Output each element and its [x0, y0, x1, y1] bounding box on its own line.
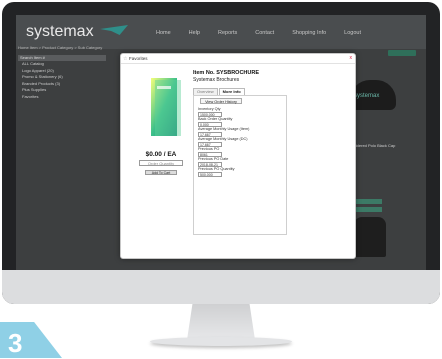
add-to-cart-button[interactable]: Add To Cart: [145, 170, 177, 175]
site-header: systemax Home Help Reports Contact Shopp…: [16, 15, 426, 50]
view-order-history-button[interactable]: View Order History: [200, 98, 242, 104]
item-name: Systemax Brochures: [193, 77, 240, 83]
jacket-product-image[interactable]: [354, 217, 386, 257]
field-inventory-qty: Inventory Qty 1500.000: [198, 107, 222, 117]
nav-contact[interactable]: Contact: [255, 30, 274, 36]
field-previous-po-qty: Previous PO Quantity 500.000: [198, 167, 235, 177]
nav-reports[interactable]: Reports: [218, 30, 237, 36]
field-label: Previous PO Quantity: [198, 167, 235, 171]
order-quantity-input[interactable]: Order Quantity: [139, 160, 183, 166]
nav-shopping-info[interactable]: Shopping Info: [292, 30, 326, 36]
field-back-order-qty: Back Order Quantity 0.000: [198, 117, 232, 127]
more-info-panel: View Order History Inventory Qty 1500.00…: [193, 95, 287, 235]
nav-home[interactable]: Home: [156, 30, 171, 36]
tab-overview[interactable]: Overview: [193, 88, 218, 95]
field-value: 500.000: [198, 171, 222, 177]
right-product-button-1[interactable]: [356, 199, 382, 204]
screen: systemax Home Help Reports Contact Shopp…: [16, 15, 426, 271]
brochure-product-image: [151, 78, 181, 136]
monitor-stand-neck: [187, 304, 255, 340]
monitor-chin: [2, 270, 440, 304]
favorites-modal: ☆ Favorites x $0.00 / EA Order Quantity: [120, 53, 356, 259]
sidebar-item-favorites[interactable]: Favorites: [18, 94, 106, 101]
field-value: 17.667: [198, 141, 222, 147]
sidebar: Search Item # ALL Catalog Logo Apparel (…: [18, 55, 106, 100]
breadcrumb: Home Item > Product Category > Sub Categ…: [18, 45, 103, 50]
field-avg-usage-dc: Average Monthly Usage (DC) 17.667: [198, 137, 248, 147]
field-value: 17.667: [198, 131, 222, 137]
field-label: Previous PO: [198, 147, 220, 151]
header-action-button[interactable]: [388, 50, 416, 56]
right-product-button-2[interactable]: [356, 207, 382, 212]
modal-title: Favorites: [129, 56, 148, 61]
field-label: Inventory Qty: [198, 107, 221, 111]
logo-mark-icon: [100, 25, 128, 35]
field-label: Previous PO Date: [198, 157, 229, 161]
star-icon: ☆: [123, 55, 128, 62]
field-label: Average Monthly Usage (Item): [198, 127, 250, 131]
close-icon[interactable]: x: [350, 55, 353, 61]
nav-help[interactable]: Help: [189, 30, 200, 36]
field-avg-usage-item: Average Monthly Usage (Item) 17.667: [198, 127, 249, 137]
tab-more-info[interactable]: More Info: [218, 88, 245, 95]
field-value: 8061: [198, 151, 222, 157]
site-nav: Home Help Reports Contact Shopping Info …: [156, 30, 361, 36]
field-label: Average Monthly Usage (DC): [198, 137, 248, 141]
item-number: Item No. SYSBROCHURE: [193, 70, 260, 76]
monitor-stand-base: [150, 337, 292, 346]
field-previous-po: Previous PO 8061: [198, 147, 222, 157]
nav-logout[interactable]: Logout: [344, 30, 361, 36]
cap-logo-text: systemax: [354, 93, 380, 99]
monitor-bezel: systemax Home Help Reports Contact Shopp…: [2, 2, 440, 304]
field-value: 0.000: [198, 121, 222, 127]
field-label: Back Order Quantity: [198, 117, 233, 121]
site-logo[interactable]: systemax: [26, 23, 94, 41]
modal-titlebar: ☆ Favorites x: [121, 54, 355, 64]
field-previous-po-date: Previous PO Date 2018-08-21: [198, 157, 228, 167]
step-number: 3: [8, 328, 23, 358]
detail-tabs: Overview More Info: [193, 88, 245, 95]
field-value: 1500.000: [198, 111, 222, 117]
price-label: $0.00 / EA: [145, 151, 177, 158]
field-value: 2018-08-21: [198, 161, 222, 167]
